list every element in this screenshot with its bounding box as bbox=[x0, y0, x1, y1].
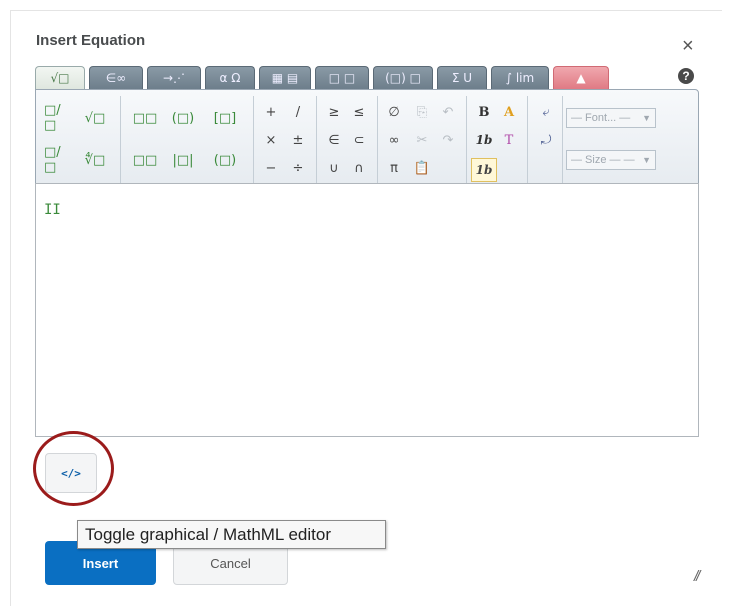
tab-calculus[interactable]: ∫ lim bbox=[491, 66, 549, 89]
relation-group: ≥ ≤ ∈ ⊂ ∪ ∩ bbox=[318, 96, 378, 184]
calculus-icon: ∫ lim bbox=[505, 71, 535, 85]
equation-tabs: √□ ∈∞ →⋰ α Ω ▦ ▤ □ □ (□) □ Σ U ∫ lim ▲ bbox=[35, 66, 609, 89]
division-button[interactable]: ÷ bbox=[285, 156, 311, 180]
math-variant-button[interactable]: 1b bbox=[471, 158, 497, 182]
close-icon[interactable]: × bbox=[682, 36, 694, 56]
cut-icon[interactable]: ✂ bbox=[409, 128, 435, 152]
italic-button[interactable]: 1b bbox=[471, 128, 497, 152]
bold-button[interactable]: B bbox=[471, 100, 497, 124]
absolute-button[interactable]: |□| bbox=[170, 148, 196, 172]
plus-minus-button[interactable]: ± bbox=[285, 128, 311, 152]
size-select-label: — Size — — bbox=[571, 154, 635, 166]
scripts-icon: □ □ bbox=[328, 71, 356, 85]
misc-edit-group: ∅ ∞ π ⎘ ↶ ✂ ↷ 📋 bbox=[379, 96, 467, 184]
operator-group: + / × ± − ÷ bbox=[255, 96, 317, 184]
font-select-label: — Font... — bbox=[571, 112, 631, 124]
copy-icon[interactable]: ⎘ bbox=[409, 100, 435, 124]
times-button[interactable]: × bbox=[258, 128, 284, 152]
equation-toolbar: □/□ √□ □/□ ∜□ □□ (□) [□] □□ |□| (□) + / … bbox=[35, 89, 699, 188]
tab-scripts[interactable]: □ □ bbox=[315, 66, 369, 89]
empty-set-button[interactable]: ∅ bbox=[381, 100, 407, 124]
intersection-button[interactable]: ∩ bbox=[346, 156, 372, 180]
tab-greek[interactable]: α Ω bbox=[205, 66, 255, 89]
paste-icon[interactable]: 📋 bbox=[409, 156, 435, 180]
dialog-title: Insert Equation bbox=[36, 32, 146, 49]
braces-button[interactable]: (□) bbox=[212, 148, 238, 172]
parentheses-button[interactable]: (□) bbox=[170, 106, 196, 130]
line-break-icon[interactable]: ⤶ bbox=[533, 100, 559, 124]
redo-icon[interactable]: ↷ bbox=[435, 128, 461, 152]
templates-icon: √□ bbox=[50, 71, 70, 85]
font-select[interactable]: — Font... — ▼ bbox=[566, 108, 656, 128]
font-color-icon[interactable]: A bbox=[496, 100, 522, 124]
leq-button[interactable]: ≤ bbox=[346, 100, 372, 124]
pi-button[interactable]: π bbox=[381, 156, 407, 180]
size-select[interactable]: — Size — — ▼ bbox=[566, 150, 656, 170]
tab-arrows[interactable]: →⋰ bbox=[147, 66, 201, 89]
fraction-group: □/□ √□ □/□ ∜□ bbox=[36, 96, 121, 184]
geq-button[interactable]: ≥ bbox=[321, 100, 347, 124]
infinity-button[interactable]: ∞ bbox=[381, 128, 407, 152]
tab-matrix[interactable]: ▦ ▤ bbox=[259, 66, 311, 89]
subscript-button[interactable]: □□ bbox=[132, 148, 158, 172]
tab-chemistry[interactable]: ▲ bbox=[553, 66, 609, 89]
bevelled-fraction-button[interactable]: □/□ bbox=[44, 145, 70, 175]
text-icon[interactable]: T bbox=[496, 128, 522, 152]
plus-button[interactable]: + bbox=[258, 100, 284, 124]
matrix-icon: ▦ ▤ bbox=[271, 71, 299, 85]
sums-icon: Σ U bbox=[451, 71, 473, 85]
toggle-tooltip: Toggle graphical / MathML editor bbox=[77, 520, 386, 549]
wrap-icon[interactable]: ⤾ bbox=[533, 128, 559, 152]
chevron-down-icon: ▼ bbox=[642, 155, 651, 165]
editor-content: II bbox=[44, 202, 61, 218]
greek-icon: α Ω bbox=[219, 71, 241, 85]
subset-button[interactable]: ⊂ bbox=[346, 128, 372, 152]
element-of-button[interactable]: ∈ bbox=[321, 128, 347, 152]
script-group: □□ (□) [□] □□ |□| (□) bbox=[122, 96, 254, 184]
brackets-button[interactable]: [□] bbox=[212, 106, 238, 130]
help-icon[interactable]: ? bbox=[678, 68, 694, 84]
format-group: B A 1b T 1b bbox=[468, 96, 528, 184]
chevron-down-icon: ▼ bbox=[642, 113, 651, 123]
equation-editor[interactable]: II bbox=[35, 183, 699, 437]
highlight-circle bbox=[33, 431, 114, 506]
tab-fences[interactable]: (□) □ bbox=[373, 66, 433, 89]
fraction-button[interactable]: □/□ bbox=[44, 103, 70, 133]
nth-root-button[interactable]: ∜□ bbox=[82, 148, 108, 172]
tab-sums[interactable]: Σ U bbox=[437, 66, 487, 89]
sqrt-button[interactable]: √□ bbox=[82, 106, 108, 130]
undo-icon[interactable]: ↶ bbox=[435, 100, 461, 124]
arrows-icon: →⋰ bbox=[162, 71, 186, 85]
symbols-icon: ∈∞ bbox=[105, 71, 127, 85]
tab-symbols[interactable]: ∈∞ bbox=[89, 66, 143, 89]
resize-handle-icon[interactable]: // bbox=[694, 568, 701, 585]
chemistry-icon: ▲ bbox=[576, 71, 586, 85]
superscript-button[interactable]: □□ bbox=[132, 106, 158, 130]
minus-button[interactable]: − bbox=[258, 156, 284, 180]
divide-slash-button[interactable]: / bbox=[285, 100, 311, 124]
wrap-group: ⤶ ⤾ bbox=[529, 96, 563, 184]
fences-icon: (□) □ bbox=[385, 71, 421, 85]
tab-templates[interactable]: √□ bbox=[35, 66, 85, 89]
union-button[interactable]: ∪ bbox=[321, 156, 347, 180]
